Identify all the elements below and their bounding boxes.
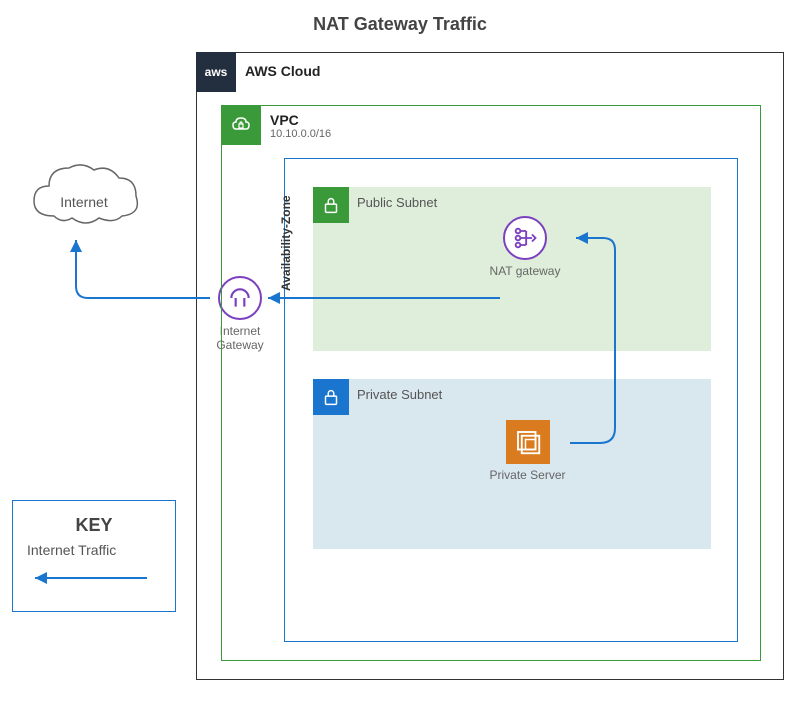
vpc-badge-icon [221,105,261,145]
internet-label: Internet [24,194,144,210]
vpc-title: VPC [270,112,299,128]
legend-box: KEY Internet Traffic [12,500,176,612]
aws-badge-text: aws [205,65,228,79]
nat-gateway-label: NAT gateway [480,264,570,278]
diagram-title: NAT Gateway Traffic [0,14,800,35]
nat-gateway: NAT gateway [480,216,570,278]
nat-gateway-icon [503,216,547,260]
internet-cloud: Internet [24,156,144,236]
private-subnet-label: Private Subnet [357,387,442,402]
private-server: Private Server [480,420,575,482]
private-subnet-badge-icon [313,379,349,415]
availability-zone-label: Availability-Zone [279,195,293,291]
private-server-label: Private Server [480,468,575,482]
legend-entry-label: Internet Traffic [27,542,161,558]
aws-cloud-label: AWS Cloud [245,63,320,79]
aws-cloud-container: aws AWS Cloud VPC 10.10.0.0/16 Availabil… [196,52,784,680]
vpc-container: VPC 10.10.0.0/16 Availability-Zone Publi… [221,105,761,661]
public-subnet-label: Public Subnet [357,195,437,210]
vpc-cidr: 10.10.0.0/16 [270,128,331,140]
legend-title: KEY [27,515,161,536]
server-icon [506,420,550,464]
aws-badge-icon: aws [196,52,236,92]
legend-arrow-icon [27,568,157,588]
public-subnet-badge-icon [313,187,349,223]
